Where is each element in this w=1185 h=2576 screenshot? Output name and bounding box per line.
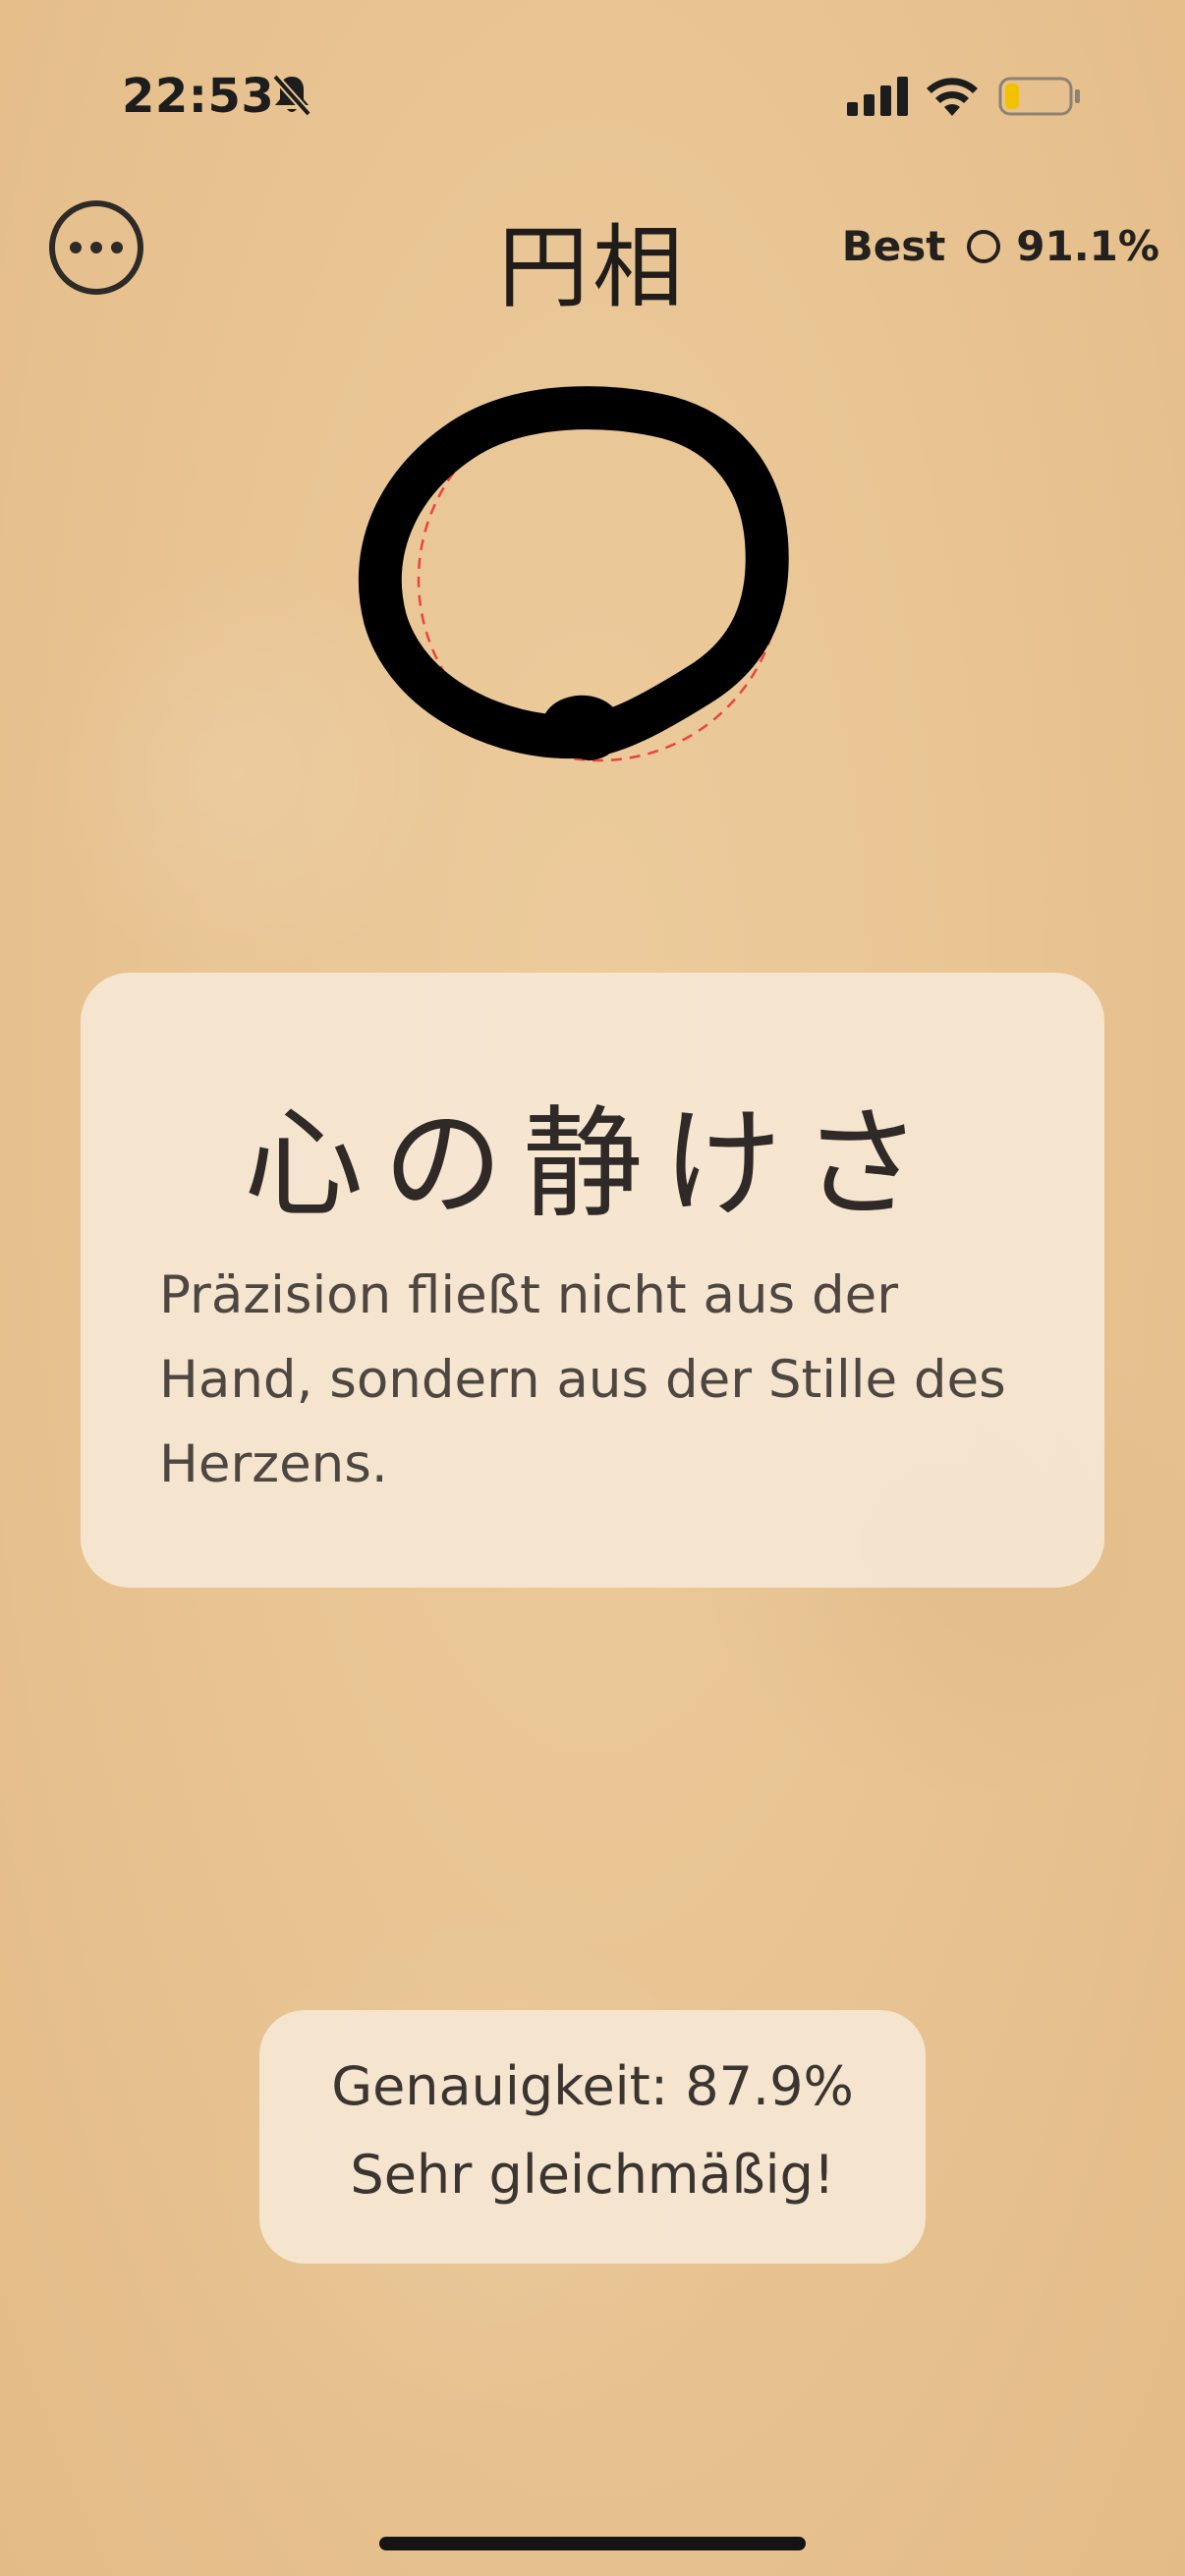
cellular-signal-icon: [847, 77, 908, 116]
drawn-stroke: [358, 386, 789, 760]
quote-card: 心の静けさ Präzision fließt nicht aus der Han…: [81, 973, 1104, 1588]
quote-text: Präzision fließt nicht aus der Hand, son…: [159, 1265, 1006, 1494]
wifi-icon: [927, 78, 978, 116]
result-comment: Sehr gleichmäßig!: [350, 2144, 835, 2206]
status-time: 22:53: [122, 69, 275, 124]
home-indicator[interactable]: [379, 2537, 806, 2550]
accuracy-text: Genauigkeit: 87.9%: [331, 2055, 854, 2117]
drawing-canvas[interactable]: [354, 373, 806, 786]
status-bar: 22:53: [0, 0, 1185, 196]
quote-kanji: 心の静けさ: [244, 1094, 941, 1234]
result-card: Genauigkeit: 87.9% Sehr gleichmäßig!: [259, 2010, 926, 2264]
best-label: Best: [841, 222, 946, 270]
ring-icon: [967, 229, 1001, 263]
bell-slash-icon: [272, 74, 311, 117]
battery-low-icon: [998, 77, 1080, 116]
best-value: 91.1%: [1016, 222, 1159, 270]
best-score: Best 91.1%: [842, 222, 1159, 270]
